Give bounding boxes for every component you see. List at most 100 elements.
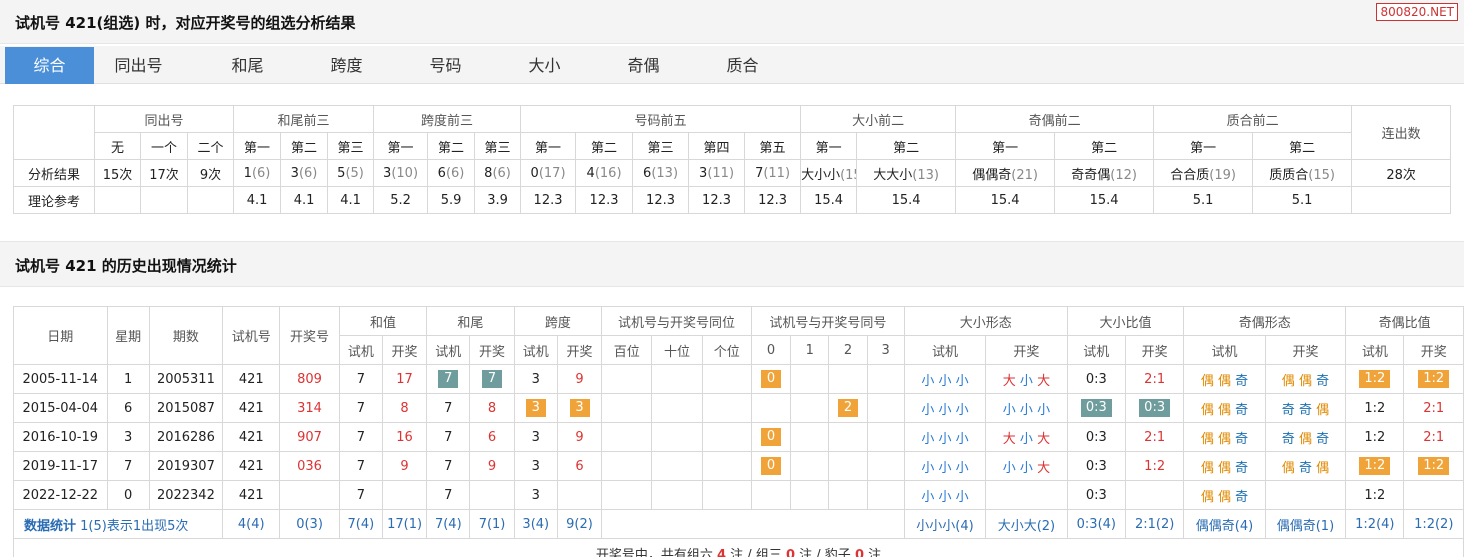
result-count: (19) [1209,167,1236,183]
result-count: (15) [1308,167,1335,183]
result-count: (6) [492,165,511,181]
hw-cell: 7 [469,364,515,394]
sub-header: 第二 [280,132,329,160]
size-form-value: 小 小 小 [921,373,969,389]
hz-cell [381,480,428,510]
size-form-cell [985,480,1068,510]
result-cell: 合合质(19) [1153,159,1254,187]
sub-header: 第二 [1054,132,1155,160]
size-form-value: 小 小 小 [921,402,969,418]
total-text: 注 / 组三 [730,547,782,557]
same-number-cell [828,364,868,394]
highlight-badge: 1:2 [1418,370,1450,388]
group-header: 和尾前三 [233,105,375,133]
tab-4[interactable]: 号码 [401,47,490,84]
col-header: 奇偶形态 [1183,306,1347,336]
section-header-2: 试机号 421 的历史出现情况统计 [0,241,1464,287]
tab-5[interactable]: 大小 [500,47,589,84]
test-number-cell: 421 [222,480,281,510]
sub-header: 第一 [1153,132,1254,160]
tab-1[interactable]: 同出号 [94,47,183,84]
sub-header: 二个 [186,132,235,160]
issue-cell: 2015087 [148,393,224,423]
result-count: (16) [594,165,622,181]
sub-header: 开奖 [381,335,428,365]
dxb-cell: 1:2 [1124,451,1185,481]
highlight-badge: 3 [569,399,590,417]
same-number-cell [828,480,868,510]
odd-even-form-value: 奇 偶 奇 [1281,431,1330,447]
sub-header: 第三 [327,132,375,160]
result-cell: 6(13) [632,159,690,187]
sub-header: 无 [94,132,141,160]
result-value: 0 [530,165,539,181]
same-position-cell [701,451,752,481]
brand-logo[interactable]: 800820.NET [1376,3,1458,21]
odd-even-form-value: 偶 偶 奇 [1281,373,1330,389]
result-count: (6) [251,165,271,181]
date-cell: 2015-04-04 [13,393,108,423]
result-cell: 奇奇偶(12) [1054,159,1155,187]
draw-number-cell: 907 [279,422,340,452]
tab-3[interactable]: 跨度 [302,47,391,84]
tab-0[interactable]: 综合 [5,47,94,84]
odd-even-form-cell: 偶 偶 奇 [1183,393,1266,423]
sub-header: 开奖 [1403,335,1464,365]
same-position-cell [651,364,703,394]
odd-even-form-value: 偶 偶 奇 [1200,460,1249,476]
job-cell: 1:2 [1345,480,1405,510]
reference-cell: 12.3 [632,186,690,214]
tab-7[interactable]: 质合 [698,47,787,84]
dxb-cell: 0:3 [1066,480,1126,510]
tab-2[interactable]: 和尾 [203,47,292,84]
size-form-cell: 小 小 小 [903,422,987,452]
sub-header: 百位 [601,335,653,365]
kd-cell: 9 [556,364,603,394]
hw-cell: 6 [469,422,515,452]
sub-header: 个位 [701,335,752,365]
group-header: 连出数 [1351,105,1452,160]
hz-cell: 8 [381,393,428,423]
size-form-cell: 大 小 大 [985,364,1068,394]
sub-header: 第四 [688,132,746,160]
table-row: 2022-12-22 0 2022342 421 7 7 3 小 小 小 0:3 偶 偶 奇 1:2 [13,480,1464,510]
reference-cell: 4.1 [233,186,282,214]
same-number-cell [790,393,830,423]
same-position-cell [651,451,703,481]
hz-cell: 7 [338,451,383,481]
tab-6[interactable]: 奇偶 [599,47,688,84]
result-value: 奇奇偶 [1071,167,1111,183]
kd-cell: 3 [513,393,558,423]
history-table: 日期 星期 期数 试机号 开奖号 和值 和尾 跨度 试机号与开奖号同位 试机号与开奖号同号 大小形态… [12,306,1464,557]
stat-cell: 17(1) [381,509,428,539]
reference-cell: 12.3 [575,186,634,214]
hw-cell: 7 [426,451,471,481]
result-count: (15) [840,167,855,183]
result-cell: 大小小(15) [800,159,858,187]
result-count: (5) [345,165,364,181]
job-cell: 1:2 [1345,451,1405,481]
issue-cell: 2019307 [148,451,224,481]
highlight-badge: 0:3 [1080,399,1112,417]
size-form-value: 大 小 大 [1002,373,1051,389]
dxb-cell: 0:3 [1066,364,1126,394]
sub-header: 2 [828,335,868,365]
table-row: 2019-11-17 7 2019307 421 036 7 9 7 9 3 6 0 小 小 小小 小 … [13,451,1464,481]
sub-header: 0 [750,335,792,365]
draw-number-cell: 314 [279,393,340,423]
sub-header: 第三 [632,132,690,160]
sub-header: 第一 [520,132,577,160]
total-text: 注 [868,547,882,557]
kd-cell: 3 [513,451,558,481]
result-count: (13) [651,165,679,181]
same-number-cell [866,422,905,452]
week-cell: 3 [106,422,150,452]
result-cell: 28次 [1351,159,1452,187]
total-summary: 开奖号中，共有组六 4 注 / 组三 0 注 / 豹子 0 注 [13,538,1464,557]
stat-cell [601,509,905,539]
stat-cell: 7(4) [338,509,383,539]
result-value: 质质合 [1269,167,1309,183]
total-count: 4 [716,547,727,557]
col-header: 大小形态 [903,306,1068,336]
result-count: (13) [912,167,939,183]
